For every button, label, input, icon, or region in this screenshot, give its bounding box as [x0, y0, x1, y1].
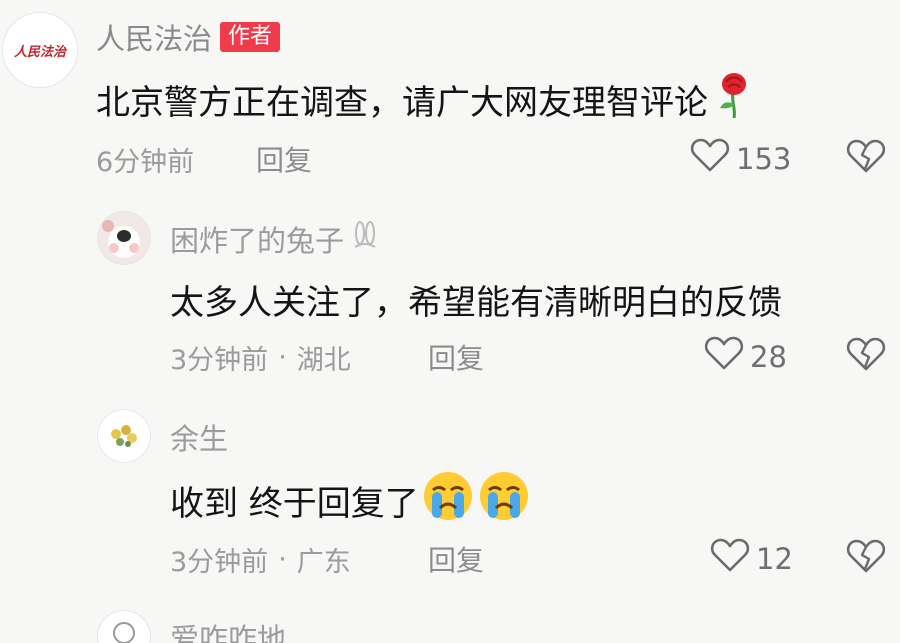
- broken-heart-icon: [846, 337, 886, 376]
- sketch-avatar-icon: [113, 622, 135, 643]
- dislike-button[interactable]: [846, 336, 886, 376]
- like-count: 28: [750, 339, 787, 374]
- dislike-button[interactable]: [846, 138, 886, 178]
- reply-button[interactable]: 回复: [256, 139, 312, 179]
- comment-text-label: 收到 终于回复了: [170, 484, 419, 524]
- like-count: 153: [736, 141, 792, 176]
- flowers-avatar-icon: [111, 425, 137, 447]
- comment-meta: 6分钟前: [96, 140, 194, 179]
- username-label: 爱咋咋地: [170, 622, 287, 643]
- meta-separator: ·: [278, 342, 287, 373]
- like-button[interactable]: 153: [690, 137, 791, 180]
- comment-text: 收到 终于回复了: [170, 470, 531, 531]
- avatar[interactable]: [97, 211, 151, 265]
- dislike-button[interactable]: [846, 538, 886, 578]
- heart-icon: [704, 335, 744, 378]
- username-label: 余生: [170, 422, 229, 456]
- comment-username[interactable]: 困炸了的兔子: [170, 218, 378, 260]
- author-badge: 作者: [220, 22, 281, 52]
- comment-text: 北京警方正在调查，请广大网友理智评论: [96, 72, 752, 127]
- comment-time: 6分钟前: [96, 147, 195, 178]
- comment-text: 太多人关注了，希望能有清晰明白的反馈: [170, 275, 782, 324]
- comment-text-label: 北京警方正在调查，请广大网友理智评论: [96, 83, 708, 123]
- heart-icon: [690, 137, 730, 180]
- reply-button[interactable]: 回复: [428, 337, 484, 377]
- comment-username[interactable]: 爱咋咋地: [170, 616, 286, 643]
- comment-text-label: 太多人关注了，希望能有清晰明白的反馈: [170, 283, 782, 323]
- like-button[interactable]: 28: [704, 335, 787, 378]
- rose-emoji-icon: [716, 72, 752, 127]
- meta-separator: ·: [278, 544, 287, 575]
- comment-section: 人民法治 人民法治 作者 北京警方正在调查，请广大网友理智评论 6分钟前 回复: [0, 0, 900, 643]
- avatar[interactable]: [97, 610, 151, 643]
- comment-time: 3分钟前: [170, 345, 269, 376]
- rabbit-avatar-icon: [102, 220, 140, 258]
- crying-face-icon: [421, 470, 475, 531]
- avatar[interactable]: [97, 409, 151, 463]
- crying-face-icon: [477, 470, 531, 531]
- comment-location: 广东: [296, 547, 351, 578]
- username-label: 困炸了的兔子: [170, 224, 345, 258]
- reply-button[interactable]: 回复: [428, 539, 484, 579]
- heart-icon: [710, 537, 750, 580]
- username-label: 人民法治: [96, 22, 213, 56]
- comment-meta: 3分钟前 · 湖北: [170, 338, 351, 377]
- avatar[interactable]: 人民法治: [2, 12, 78, 88]
- like-count: 12: [756, 541, 793, 576]
- comment-username[interactable]: 余生: [170, 416, 228, 458]
- comment-username[interactable]: 人民法治 作者: [96, 16, 281, 58]
- rabbit-ears-icon: [352, 220, 378, 258]
- broken-heart-icon: [846, 139, 886, 178]
- comment-meta: 3分钟前 · 广东: [170, 540, 351, 579]
- like-button[interactable]: 12: [710, 537, 793, 580]
- avatar-logo-text: 人民法治: [13, 44, 66, 60]
- broken-heart-icon: [846, 539, 886, 578]
- comment-time: 3分钟前: [170, 547, 269, 578]
- comment-location: 湖北: [296, 345, 351, 376]
